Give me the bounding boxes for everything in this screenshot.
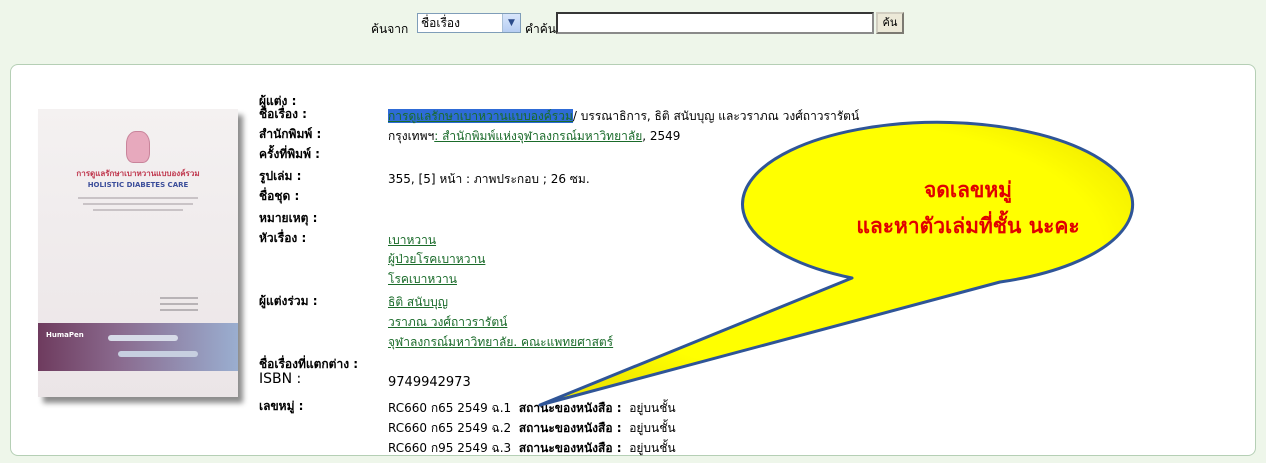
callout-line-1: จดเลขหมู่ (923, 178, 1013, 202)
callout-line-2: และหาตัวเล่มที่ชั้น นะคะ (856, 214, 1080, 238)
callout-shape (538, 120, 1135, 407)
